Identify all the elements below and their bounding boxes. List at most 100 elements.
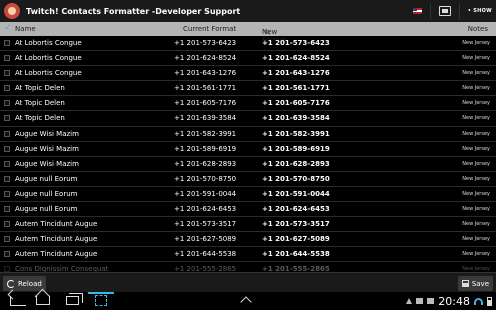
table-row[interactable]: Cons Dignissim Consequat +1 201-555-2865 +…	[0, 262, 496, 272]
table-row[interactable]: Autem Tincidunt Augue +1 201-573-3517 +1 2…	[0, 217, 496, 233]
chevron-up-icon[interactable]	[240, 296, 252, 308]
current-format: +1 201-589-6919	[174, 144, 237, 153]
save-button[interactable]: Save	[457, 276, 493, 291]
table-row[interactable]: Augue null Eorum +1 201-591-0044 +1 201-59…	[0, 187, 496, 203]
current-format: +1 201-627-5089	[174, 235, 237, 244]
header-name[interactable]: Name	[15, 25, 36, 33]
table-row[interactable]: Augue Wisi Mazim +1 201-582-3991 +1 201-58…	[0, 127, 496, 142]
home-icon[interactable]	[36, 296, 50, 305]
note: New Jersey	[462, 190, 490, 197]
row-checkbox[interactable]	[4, 115, 10, 122]
table-row[interactable]: At Lobortis Congue +1 201-643-1276 +1 201-…	[0, 66, 496, 82]
new-format[interactable]: +1 201-605-7176	[262, 99, 330, 107]
new-format[interactable]: +1 201-643-1276	[262, 69, 330, 77]
new-format[interactable]: +1 201-589-6919	[262, 145, 330, 153]
new-format[interactable]: +1 201-627-5089	[262, 235, 330, 243]
row-checkbox[interactable]	[4, 130, 10, 137]
row-checkbox[interactable]	[4, 100, 10, 107]
table-row[interactable]: At Topic Delen +1 201-639-3584 +1 201-639-…	[0, 111, 496, 127]
new-format[interactable]: +1 201-570-8750	[262, 175, 330, 183]
note: New Jersey	[462, 40, 490, 46]
table-row[interactable]: At Lobortis Congue +1 201-573-6423 +1 201-…	[0, 36, 496, 52]
new-format[interactable]: +1 201-644-5538	[262, 250, 330, 258]
row-checkbox[interactable]	[4, 70, 10, 77]
row-checkbox[interactable]	[4, 145, 10, 152]
new-format[interactable]: +1 201-624-6453	[262, 205, 330, 213]
note: New Jersey	[462, 175, 490, 182]
image-icon[interactable]	[438, 6, 451, 16]
current-format: +1 201-644-5538	[174, 250, 237, 259]
new-format[interactable]: +1 201-582-3991	[262, 130, 330, 138]
row-checkbox[interactable]	[4, 175, 10, 182]
new-format[interactable]: +1 201-628-2893	[262, 160, 330, 168]
table-row[interactable]: Autem Tincidunt Augue +1 201-627-5089 +1 2…	[0, 232, 496, 248]
row-checkbox[interactable]	[4, 251, 10, 258]
new-format[interactable]: +1 201-639-3584	[262, 114, 330, 122]
picture-notification-icon	[416, 298, 424, 304]
note: New Jersey	[462, 55, 490, 62]
clock: 20:48	[438, 294, 470, 308]
contact-name: At Topic Delen	[15, 84, 65, 93]
new-format[interactable]: +1 201-555-2865	[262, 265, 330, 272]
action-bar: Reload Save	[0, 272, 496, 292]
row-checkbox[interactable]	[4, 85, 10, 92]
table-row[interactable]: Augue Wisi Mazim +1 201-628-2893 +1 201-62…	[0, 157, 496, 172]
note: New Jersey	[462, 236, 490, 243]
current-format: +1 201-624-8524	[174, 54, 237, 63]
recent-apps-icon[interactable]	[66, 293, 83, 305]
new-format[interactable]: +1 201-573-3517	[262, 220, 330, 228]
row-checkbox[interactable]	[4, 221, 10, 228]
header-notes[interactable]: Notes	[468, 25, 488, 33]
table-row[interactable]: At Topic Delen +1 201-605-7176 +1 201-605-…	[0, 96, 496, 112]
divider	[429, 3, 431, 19]
row-checkbox[interactable]	[4, 55, 10, 62]
contact-name: Augue Wisi Mazim	[15, 159, 79, 168]
current-format: +1 201-573-6423	[174, 39, 237, 47]
screenshot-icon[interactable]	[95, 295, 107, 306]
note: New Jersey	[462, 115, 490, 122]
current-format: +1 201-555-2865	[174, 265, 237, 272]
current-format: +1 201-639-3584	[174, 114, 237, 123]
contact-list[interactable]: At Lobortis Congue +1 201-573-6423 +1 201-…	[0, 36, 496, 272]
reload-label: Reload	[18, 279, 42, 288]
note: New Jersey	[462, 160, 490, 167]
table-row[interactable]: Autem Tincidunt Augue +1 201-644-5538 +1 2…	[0, 247, 496, 263]
row-checkbox[interactable]	[4, 206, 10, 213]
row-checkbox[interactable]	[4, 190, 10, 197]
table-row[interactable]: Augue Wisi Mazim +1 201-589-6919 +1 201-58…	[0, 142, 496, 157]
table-row[interactable]: At Topic Delen +1 201-561-1771 +1 201-561-…	[0, 81, 496, 97]
new-format[interactable]: +1 201-591-0044	[262, 190, 330, 198]
table-row[interactable]: At Lobortis Congue +1 201-624-8524 +1 201-…	[0, 51, 496, 67]
note: New Jersey	[462, 206, 490, 213]
current-format: +1 201-624-6453	[174, 205, 237, 214]
current-format: +1 201-561-1771	[174, 84, 237, 93]
reload-button[interactable]: Reload	[3, 276, 46, 291]
current-format: +1 201-643-1276	[174, 69, 237, 78]
row-checkbox[interactable]	[4, 160, 10, 167]
app-logo-icon	[4, 3, 20, 19]
wifi-icon	[474, 297, 483, 305]
reload-icon	[7, 279, 15, 288]
select-all-check-icon[interactable]: ✓	[4, 23, 12, 33]
battery-icon	[487, 296, 492, 306]
new-format[interactable]: +1 201-573-6423	[262, 39, 330, 47]
note: New Jersey	[462, 251, 490, 258]
status-area[interactable]: 20:48	[406, 292, 492, 310]
contact-name: At Lobortis Congue	[15, 39, 82, 47]
us-flag-icon[interactable]	[412, 8, 422, 14]
current-format: +1 201-573-3517	[174, 220, 237, 229]
column-header: ✓ Name Current Format New Format ✎ Notes	[0, 22, 496, 44]
new-format[interactable]: +1 201-561-1771	[262, 84, 330, 92]
new-format[interactable]: +1 201-624-8524	[262, 54, 330, 62]
note: New Jersey	[462, 130, 490, 137]
header-current-format[interactable]: Current Format	[183, 25, 236, 33]
row-checkbox[interactable]	[4, 40, 10, 46]
contact-name: At Lobortis Congue	[15, 69, 82, 78]
show-button[interactable]: • SHOW	[468, 8, 492, 14]
table-row[interactable]: Augue null Eorum +1 201-570-8750 +1 201-57…	[0, 172, 496, 187]
notification-icon	[427, 298, 435, 304]
note: New Jersey	[462, 145, 490, 152]
row-checkbox[interactable]	[4, 236, 10, 243]
back-icon[interactable]	[10, 296, 26, 306]
table-row[interactable]: Augue null Eorum +1 201-624-6453 +1 201-62…	[0, 202, 496, 218]
